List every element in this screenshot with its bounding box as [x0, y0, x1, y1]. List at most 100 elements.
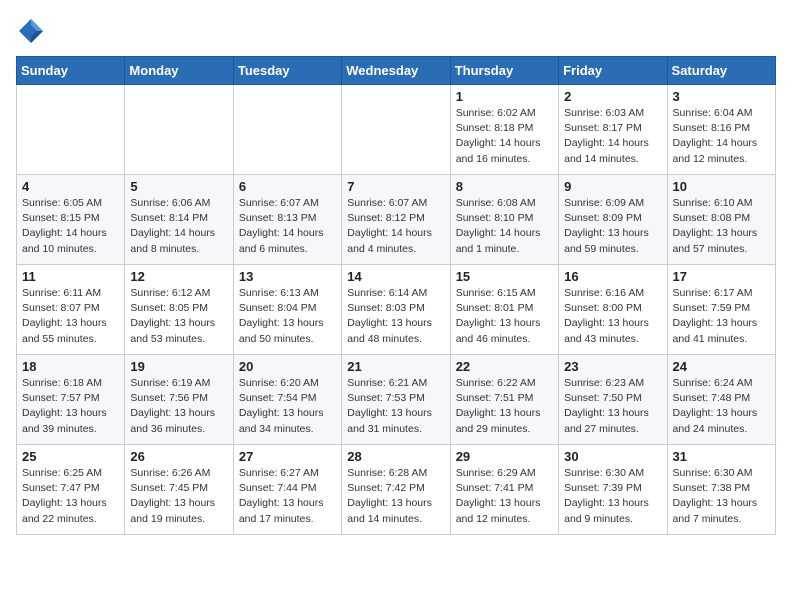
- calendar-cell: 17 Sunrise: 6:17 AM Sunset: 7:59 PM Dayli…: [667, 265, 775, 355]
- day-number: 16: [564, 269, 661, 284]
- logo: [16, 16, 50, 46]
- day-info: Sunrise: 6:05 AM Sunset: 8:15 PM Dayligh…: [22, 196, 119, 257]
- calendar-cell: 15 Sunrise: 6:15 AM Sunset: 8:01 PM Dayli…: [450, 265, 558, 355]
- day-info: Sunrise: 6:27 AM Sunset: 7:44 PM Dayligh…: [239, 466, 336, 527]
- calendar-cell: 26 Sunrise: 6:26 AM Sunset: 7:45 PM Dayli…: [125, 445, 233, 535]
- day-number: 18: [22, 359, 119, 374]
- calendar-week-1: 1 Sunrise: 6:02 AM Sunset: 8:18 PM Daylig…: [17, 85, 776, 175]
- day-number: 10: [673, 179, 770, 194]
- day-info: Sunrise: 6:19 AM Sunset: 7:56 PM Dayligh…: [130, 376, 227, 437]
- calendar-cell: 24 Sunrise: 6:24 AM Sunset: 7:48 PM Dayli…: [667, 355, 775, 445]
- calendar-cell: 5 Sunrise: 6:06 AM Sunset: 8:14 PM Daylig…: [125, 175, 233, 265]
- calendar-cell: 22 Sunrise: 6:22 AM Sunset: 7:51 PM Dayli…: [450, 355, 558, 445]
- calendar-cell: 6 Sunrise: 6:07 AM Sunset: 8:13 PM Daylig…: [233, 175, 341, 265]
- calendar-cell: 7 Sunrise: 6:07 AM Sunset: 8:12 PM Daylig…: [342, 175, 450, 265]
- calendar-week-5: 25 Sunrise: 6:25 AM Sunset: 7:47 PM Dayli…: [17, 445, 776, 535]
- calendar-table: SundayMondayTuesdayWednesdayThursdayFrid…: [16, 56, 776, 535]
- day-number: 9: [564, 179, 661, 194]
- day-number: 24: [673, 359, 770, 374]
- day-number: 25: [22, 449, 119, 464]
- day-number: 29: [456, 449, 553, 464]
- calendar-cell: 25 Sunrise: 6:25 AM Sunset: 7:47 PM Dayli…: [17, 445, 125, 535]
- day-info: Sunrise: 6:12 AM Sunset: 8:05 PM Dayligh…: [130, 286, 227, 347]
- day-number: 7: [347, 179, 444, 194]
- day-info: Sunrise: 6:28 AM Sunset: 7:42 PM Dayligh…: [347, 466, 444, 527]
- calendar-cell: 8 Sunrise: 6:08 AM Sunset: 8:10 PM Daylig…: [450, 175, 558, 265]
- day-number: 26: [130, 449, 227, 464]
- day-number: 31: [673, 449, 770, 464]
- day-info: Sunrise: 6:02 AM Sunset: 8:18 PM Dayligh…: [456, 106, 553, 167]
- day-info: Sunrise: 6:13 AM Sunset: 8:04 PM Dayligh…: [239, 286, 336, 347]
- calendar-cell: 4Sunrise: 6:05 AM Sunset: 8:15 PM Daylig…: [17, 175, 125, 265]
- day-number: 30: [564, 449, 661, 464]
- calendar-cell: 1 Sunrise: 6:02 AM Sunset: 8:18 PM Daylig…: [450, 85, 558, 175]
- day-info: Sunrise: 6:11 AM Sunset: 8:07 PM Dayligh…: [22, 286, 119, 347]
- day-info: Sunrise: 6:14 AM Sunset: 8:03 PM Dayligh…: [347, 286, 444, 347]
- calendar-cell: 11 Sunrise: 6:11 AM Sunset: 8:07 PM Dayli…: [17, 265, 125, 355]
- day-info: Sunrise: 6:30 AM Sunset: 7:38 PM Dayligh…: [673, 466, 770, 527]
- day-info: Sunrise: 6:08 AM Sunset: 8:10 PM Dayligh…: [456, 196, 553, 257]
- calendar-cell: 19Sunrise: 6:19 AM Sunset: 7:56 PM Dayli…: [125, 355, 233, 445]
- calendar-cell: 10Sunrise: 6:10 AM Sunset: 8:08 PM Dayli…: [667, 175, 775, 265]
- day-number: 27: [239, 449, 336, 464]
- day-info: Sunrise: 6:18 AM Sunset: 7:57 PM Dayligh…: [22, 376, 119, 437]
- day-info: Sunrise: 6:09 AM Sunset: 8:09 PM Dayligh…: [564, 196, 661, 257]
- calendar-cell: 18 Sunrise: 6:18 AM Sunset: 7:57 PM Dayli…: [17, 355, 125, 445]
- day-number: 5: [130, 179, 227, 194]
- day-number: 6: [239, 179, 336, 194]
- weekday-header-friday: Friday: [559, 57, 667, 85]
- day-info: Sunrise: 6:04 AM Sunset: 8:16 PM Dayligh…: [673, 106, 770, 167]
- weekday-header-sunday: Sunday: [17, 57, 125, 85]
- day-number: 20: [239, 359, 336, 374]
- calendar-cell: 13 Sunrise: 6:13 AM Sunset: 8:04 PM Dayli…: [233, 265, 341, 355]
- calendar-cell: 30 Sunrise: 6:30 AM Sunset: 7:39 PM Dayli…: [559, 445, 667, 535]
- page-header: [16, 16, 776, 46]
- day-info: Sunrise: 6:26 AM Sunset: 7:45 PM Dayligh…: [130, 466, 227, 527]
- logo-icon: [16, 16, 46, 46]
- day-number: 15: [456, 269, 553, 284]
- calendar-cell: 23Sunrise: 6:23 AM Sunset: 7:50 PM Dayli…: [559, 355, 667, 445]
- day-number: 11: [22, 269, 119, 284]
- day-number: 22: [456, 359, 553, 374]
- calendar-cell: 28 Sunrise: 6:28 AM Sunset: 7:42 PM Dayli…: [342, 445, 450, 535]
- weekday-header-monday: Monday: [125, 57, 233, 85]
- day-info: Sunrise: 6:24 AM Sunset: 7:48 PM Dayligh…: [673, 376, 770, 437]
- day-info: Sunrise: 6:16 AM Sunset: 8:00 PM Dayligh…: [564, 286, 661, 347]
- day-info: Sunrise: 6:22 AM Sunset: 7:51 PM Dayligh…: [456, 376, 553, 437]
- day-info: Sunrise: 6:15 AM Sunset: 8:01 PM Dayligh…: [456, 286, 553, 347]
- day-number: 8: [456, 179, 553, 194]
- weekday-header-thursday: Thursday: [450, 57, 558, 85]
- weekday-header-saturday: Saturday: [667, 57, 775, 85]
- calendar-week-3: 11 Sunrise: 6:11 AM Sunset: 8:07 PM Dayli…: [17, 265, 776, 355]
- weekday-header-tuesday: Tuesday: [233, 57, 341, 85]
- day-number: 17: [673, 269, 770, 284]
- day-info: Sunrise: 6:25 AM Sunset: 7:47 PM Dayligh…: [22, 466, 119, 527]
- day-info: Sunrise: 6:07 AM Sunset: 8:12 PM Dayligh…: [347, 196, 444, 257]
- weekday-row: SundayMondayTuesdayWednesdayThursdayFrid…: [17, 57, 776, 85]
- day-info: Sunrise: 6:17 AM Sunset: 7:59 PM Dayligh…: [673, 286, 770, 347]
- day-info: Sunrise: 6:06 AM Sunset: 8:14 PM Dayligh…: [130, 196, 227, 257]
- day-info: Sunrise: 6:30 AM Sunset: 7:39 PM Dayligh…: [564, 466, 661, 527]
- day-info: Sunrise: 6:23 AM Sunset: 7:50 PM Dayligh…: [564, 376, 661, 437]
- calendar-cell: 20 Sunrise: 6:20 AM Sunset: 7:54 PM Dayli…: [233, 355, 341, 445]
- calendar-cell: 29Sunrise: 6:29 AM Sunset: 7:41 PM Dayli…: [450, 445, 558, 535]
- calendar-cell: 2Sunrise: 6:03 AM Sunset: 8:17 PM Daylig…: [559, 85, 667, 175]
- calendar-cell: [17, 85, 125, 175]
- calendar-cell: 14 Sunrise: 6:14 AM Sunset: 8:03 PM Dayli…: [342, 265, 450, 355]
- weekday-header-wednesday: Wednesday: [342, 57, 450, 85]
- day-number: 14: [347, 269, 444, 284]
- day-info: Sunrise: 6:07 AM Sunset: 8:13 PM Dayligh…: [239, 196, 336, 257]
- calendar-cell: 31 Sunrise: 6:30 AM Sunset: 7:38 PM Dayli…: [667, 445, 775, 535]
- day-info: Sunrise: 6:20 AM Sunset: 7:54 PM Dayligh…: [239, 376, 336, 437]
- calendar-cell: 9 Sunrise: 6:09 AM Sunset: 8:09 PM Daylig…: [559, 175, 667, 265]
- day-number: 28: [347, 449, 444, 464]
- calendar-cell: 12Sunrise: 6:12 AM Sunset: 8:05 PM Dayli…: [125, 265, 233, 355]
- day-number: 21: [347, 359, 444, 374]
- day-number: 1: [456, 89, 553, 104]
- calendar-cell: [125, 85, 233, 175]
- day-info: Sunrise: 6:21 AM Sunset: 7:53 PM Dayligh…: [347, 376, 444, 437]
- calendar-cell: [233, 85, 341, 175]
- calendar-header: SundayMondayTuesdayWednesdayThursdayFrid…: [17, 57, 776, 85]
- day-number: 13: [239, 269, 336, 284]
- calendar-week-4: 18 Sunrise: 6:18 AM Sunset: 7:57 PM Dayli…: [17, 355, 776, 445]
